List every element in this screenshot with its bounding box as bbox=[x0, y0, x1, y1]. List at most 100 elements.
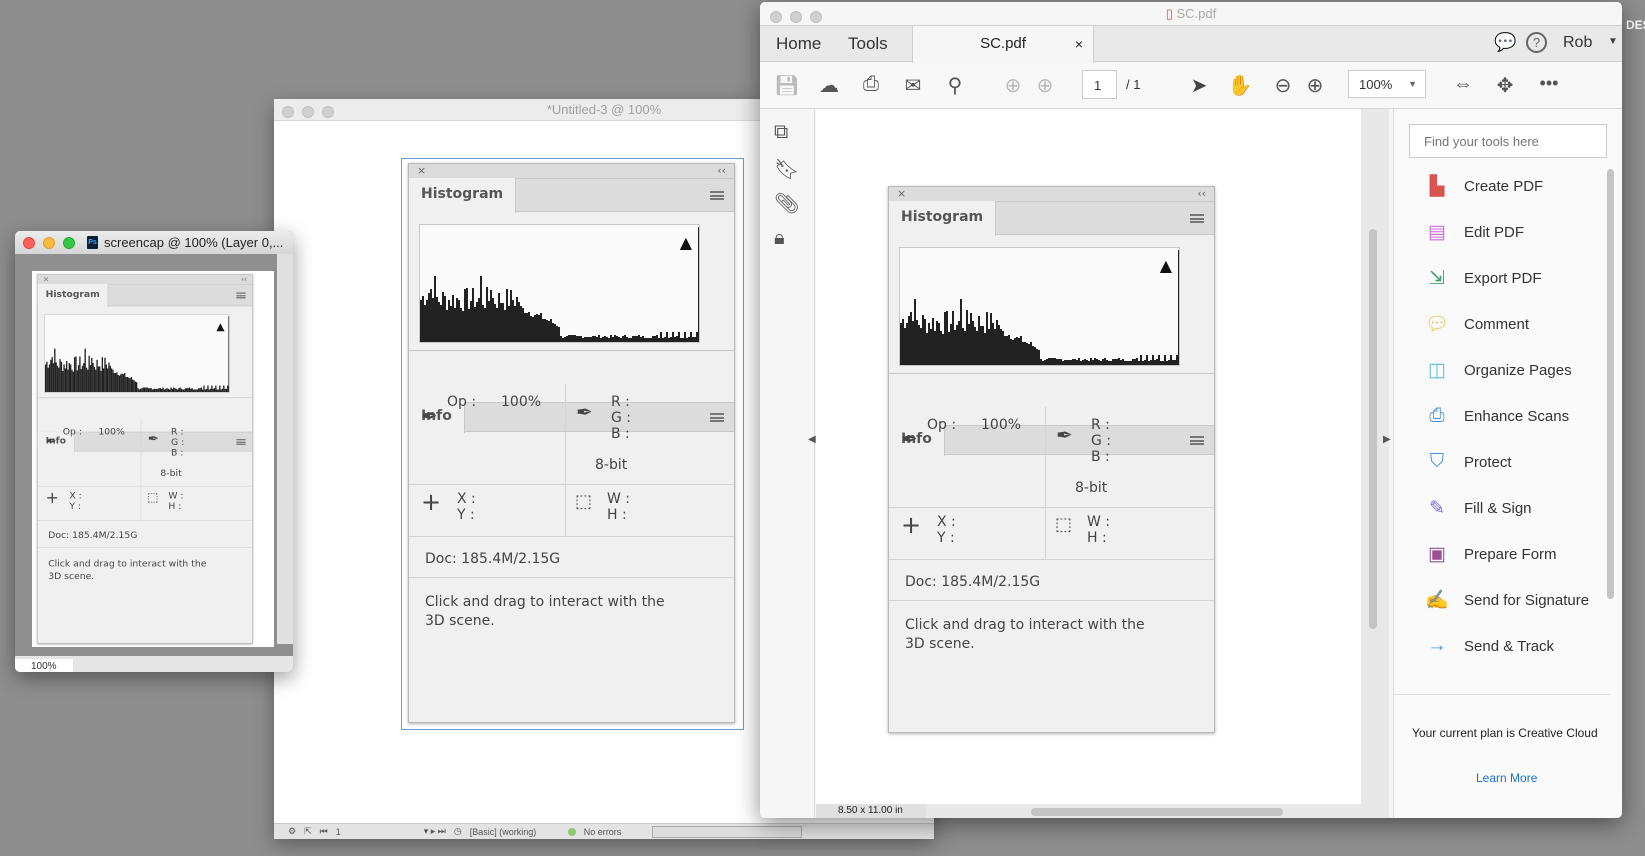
horizontal-scrollbar[interactable] bbox=[651, 825, 802, 838]
h-label: H : bbox=[1087, 530, 1107, 546]
histogram-bar bbox=[1178, 250, 1179, 365]
x-label: X : bbox=[457, 491, 476, 507]
tool-enhance-scans[interactable]: ⎙ Enhance Scans bbox=[1424, 404, 1569, 428]
errors-status[interactable]: No errors bbox=[584, 827, 644, 837]
panel-menu-icon[interactable] bbox=[236, 439, 246, 445]
print-icon[interactable]: ⎙ bbox=[858, 73, 884, 96]
warning-icon[interactable]: ▲ bbox=[216, 320, 224, 333]
collapse-panel-icon[interactable]: ‹‹ bbox=[1197, 187, 1206, 201]
first-page-icon[interactable]: ⏮ bbox=[320, 826, 328, 837]
fit-page-icon[interactable]: ✥ bbox=[1492, 73, 1518, 98]
opacity-label: Op : bbox=[927, 417, 957, 433]
vertical-scrollbar[interactable] bbox=[1369, 229, 1377, 629]
search-icon[interactable]: ⚲ bbox=[942, 73, 968, 98]
zoom-select[interactable]: 100% ▼ bbox=[1348, 70, 1426, 98]
find-tools-input[interactable] bbox=[1409, 124, 1607, 158]
toolbar: 💾︎ ☁ ⎙ ✉ ⚲ ⊕ ⊕ 1 / 1 ➤ ✋ ⊖ ⊕ 100% ▼ ⇔ ✥ •… bbox=[760, 63, 1622, 109]
window-title: SC.pdf bbox=[1176, 6, 1217, 21]
close-button[interactable] bbox=[23, 236, 35, 249]
collapse-panel-icon[interactable]: ‹‹ bbox=[241, 275, 247, 284]
page-number[interactable]: 1 bbox=[336, 827, 416, 837]
more-options-icon[interactable]: ••• bbox=[1536, 73, 1562, 94]
vertical-scrollbar[interactable] bbox=[277, 254, 293, 644]
upload-cloud-icon[interactable]: ☁ bbox=[816, 73, 842, 98]
window-controls[interactable] bbox=[282, 103, 342, 125]
attachment-icon[interactable]: 📎︎ bbox=[774, 191, 799, 216]
previous-page-icon[interactable]: ⊕ bbox=[1000, 73, 1026, 98]
zoom-button[interactable] bbox=[63, 236, 75, 249]
panel-menu-icon[interactable] bbox=[236, 292, 246, 299]
comment-icon: 💬︎ bbox=[1424, 314, 1450, 335]
workspace-status[interactable]: [Basic] (working) bbox=[470, 827, 560, 837]
zoom-in-icon[interactable]: ⊕ bbox=[1302, 73, 1328, 98]
panel-menu-icon[interactable] bbox=[1190, 214, 1204, 223]
select-cursor-icon[interactable]: ➤ bbox=[1186, 73, 1212, 98]
close-panel-icon[interactable]: × bbox=[417, 164, 426, 178]
help-icon[interactable]: ? bbox=[1526, 32, 1547, 53]
horizontal-scrollbar[interactable] bbox=[1031, 808, 1283, 816]
tool-edit-pdf[interactable]: ▤ Edit PDF bbox=[1424, 220, 1524, 244]
panel-menu-icon[interactable] bbox=[1190, 436, 1204, 445]
tool-comment[interactable]: 💬︎ Comment bbox=[1424, 312, 1529, 336]
user-dropdown-icon[interactable]: ▼ bbox=[1608, 36, 1618, 47]
panel-header: × ‹‹ bbox=[889, 187, 1214, 201]
window-title: screencap @ 100% (Layer 0,... bbox=[104, 235, 284, 250]
fill-sign-icon: ✎ bbox=[1429, 497, 1445, 519]
close-panel-icon[interactable]: × bbox=[897, 187, 906, 201]
tool-prepare-form[interactable]: ▣ Prepare Form bbox=[1424, 542, 1557, 566]
document-info-icon[interactable]: 🔒︎ bbox=[774, 227, 785, 250]
warning-icon[interactable]: ▲ bbox=[1160, 256, 1172, 275]
tool-send-for-signature[interactable]: ✍ Send for Signature bbox=[1424, 588, 1589, 612]
next-page-icon[interactable]: ⊕ bbox=[1032, 73, 1058, 98]
close-panel-icon[interactable]: × bbox=[43, 275, 49, 284]
protect-icon: ⛉ bbox=[1429, 451, 1445, 472]
next-page-icon[interactable]: ▾ ▸ ⏭ bbox=[424, 826, 446, 837]
warning-icon[interactable]: ▲ bbox=[680, 233, 692, 252]
tab-histogram[interactable]: Histogram bbox=[37, 283, 109, 307]
crosshair-icon: + bbox=[45, 488, 59, 507]
learn-more-link[interactable]: Learn More bbox=[1476, 771, 1537, 785]
opacity-label: Op : bbox=[447, 394, 477, 410]
user-menu[interactable]: Rob bbox=[1563, 34, 1592, 52]
tab-tools[interactable]: Tools bbox=[848, 34, 888, 54]
zoom-level[interactable]: 100% bbox=[15, 659, 73, 672]
comment-bubble-icon[interactable]: 💬 bbox=[1494, 32, 1516, 53]
tool-create-pdf[interactable]: ▙ Create PDF bbox=[1424, 174, 1544, 198]
collapse-left-icon[interactable]: ◀ bbox=[808, 434, 816, 445]
page-thumbnails-icon[interactable]: ⧉ bbox=[774, 121, 788, 144]
tab-document[interactable]: SC.pdf × bbox=[912, 25, 1094, 63]
create-pdf-icon: ▙ bbox=[1429, 175, 1445, 197]
share-icon[interactable]: ⇱ bbox=[304, 826, 312, 837]
tab-histogram[interactable]: Histogram bbox=[409, 178, 517, 213]
r-label: R : bbox=[611, 394, 630, 410]
tab-home[interactable]: Home bbox=[776, 34, 821, 54]
hint-text: Click and drag to interact with the 3D s… bbox=[48, 558, 207, 582]
fit-width-icon[interactable]: ⇔ bbox=[1450, 73, 1476, 96]
enhance-scans-icon: ⎙ bbox=[1429, 405, 1445, 426]
tool-protect[interactable]: ⛉ Protect bbox=[1424, 450, 1512, 474]
window-controls[interactable] bbox=[23, 236, 83, 249]
tools-scrollbar[interactable] bbox=[1607, 169, 1614, 599]
minimize-button[interactable] bbox=[43, 236, 55, 249]
hand-tool-icon[interactable]: ✋ bbox=[1227, 73, 1253, 98]
settings-icon[interactable]: ⚙ bbox=[288, 826, 296, 837]
tool-fill-sign[interactable]: ✎ Fill & Sign bbox=[1424, 496, 1532, 520]
opacity-value: 100% bbox=[501, 394, 542, 410]
tool-organize-pages[interactable]: ◫ Organize Pages bbox=[1424, 358, 1572, 382]
collapse-panel-icon[interactable]: ‹‹ bbox=[717, 164, 726, 178]
bookmark-icon[interactable]: 🔖︎ bbox=[774, 157, 799, 182]
panel-menu-icon[interactable] bbox=[710, 191, 724, 200]
page-number-input[interactable]: 1 bbox=[1082, 70, 1117, 99]
close-tab-icon[interactable]: × bbox=[1075, 26, 1083, 62]
tab-histogram[interactable]: Histogram bbox=[889, 201, 997, 236]
expand-right-icon[interactable]: ▶ bbox=[1383, 434, 1391, 445]
tool-export-pdf[interactable]: ⇲ Export PDF bbox=[1424, 266, 1542, 290]
organize-pages-icon: ◫ bbox=[1428, 359, 1446, 381]
email-icon[interactable]: ✉ bbox=[900, 73, 926, 98]
save-icon[interactable]: 💾︎ bbox=[774, 73, 800, 98]
selection-size-icon: ⬚ bbox=[1055, 514, 1073, 535]
zoom-out-icon[interactable]: ⊖ bbox=[1270, 73, 1296, 98]
tool-send-track[interactable]: → Send & Track bbox=[1424, 634, 1555, 658]
r-label: R : bbox=[170, 426, 184, 438]
panel-menu-icon[interactable] bbox=[710, 413, 724, 422]
